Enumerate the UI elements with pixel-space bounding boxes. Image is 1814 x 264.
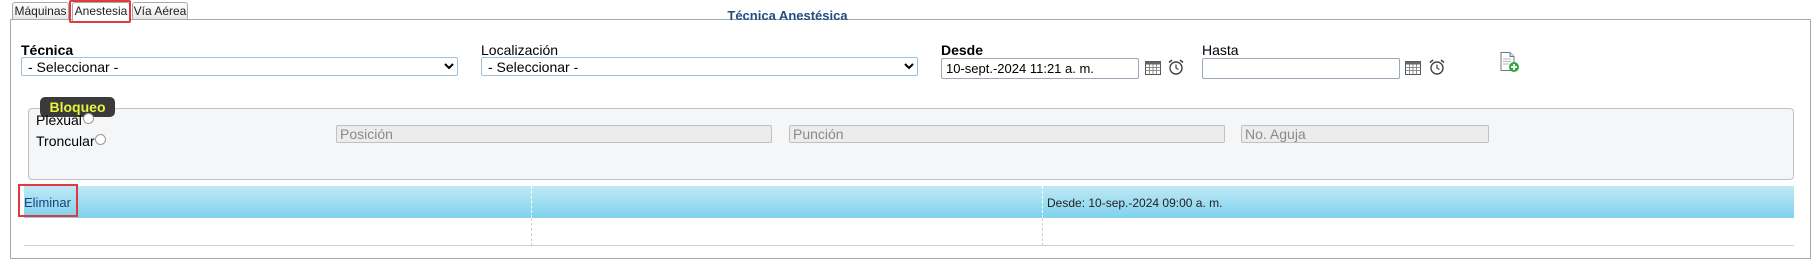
desde-label: Desde bbox=[941, 42, 984, 58]
table-row bbox=[24, 218, 1794, 246]
tecnica-label: Técnica bbox=[21, 42, 74, 58]
desde-input[interactable] bbox=[941, 58, 1139, 79]
posicion-field[interactable]: Posición bbox=[336, 125, 772, 143]
header-divider bbox=[1042, 186, 1043, 218]
table-header-title: Técnica Anestésica bbox=[727, 8, 848, 23]
localizacion-select[interactable]: - Seleccionar - bbox=[481, 57, 918, 76]
hasta-input[interactable] bbox=[1202, 58, 1400, 79]
row-divider bbox=[1042, 218, 1043, 246]
troncular-radio[interactable] bbox=[95, 134, 106, 145]
tecnica-select[interactable]: - Seleccionar - bbox=[21, 57, 458, 76]
localizacion-label: Localización bbox=[481, 42, 559, 58]
tab-highlight bbox=[69, 0, 131, 23]
aguja-field[interactable]: No. Aguja bbox=[1241, 125, 1489, 143]
desde-cell: Desde: 10-sep.-2024 09:00 a. m. bbox=[1047, 196, 1223, 210]
tab-maquinas[interactable]: Máquinas bbox=[12, 2, 69, 19]
tab-via-aerea[interactable]: Vía Aérea bbox=[132, 2, 188, 19]
troncular-label: Troncular bbox=[36, 133, 95, 149]
calendar-icon[interactable] bbox=[1144, 59, 1162, 77]
alarm-clock-icon[interactable] bbox=[1167, 58, 1185, 76]
alarm-clock-icon[interactable] bbox=[1428, 58, 1446, 76]
plexual-radio[interactable] bbox=[83, 113, 94, 124]
row-divider bbox=[531, 218, 532, 246]
eliminar-highlight bbox=[18, 184, 78, 217]
calendar-icon[interactable] bbox=[1404, 59, 1422, 77]
puncion-field[interactable]: Punción bbox=[789, 125, 1225, 143]
add-document-icon[interactable] bbox=[1498, 51, 1520, 73]
bloqueo-fieldset bbox=[28, 108, 1794, 180]
table-header bbox=[24, 186, 1794, 218]
hasta-label: Hasta bbox=[1202, 42, 1239, 58]
plexual-label: Plexual bbox=[36, 112, 82, 128]
header-divider bbox=[531, 186, 532, 218]
